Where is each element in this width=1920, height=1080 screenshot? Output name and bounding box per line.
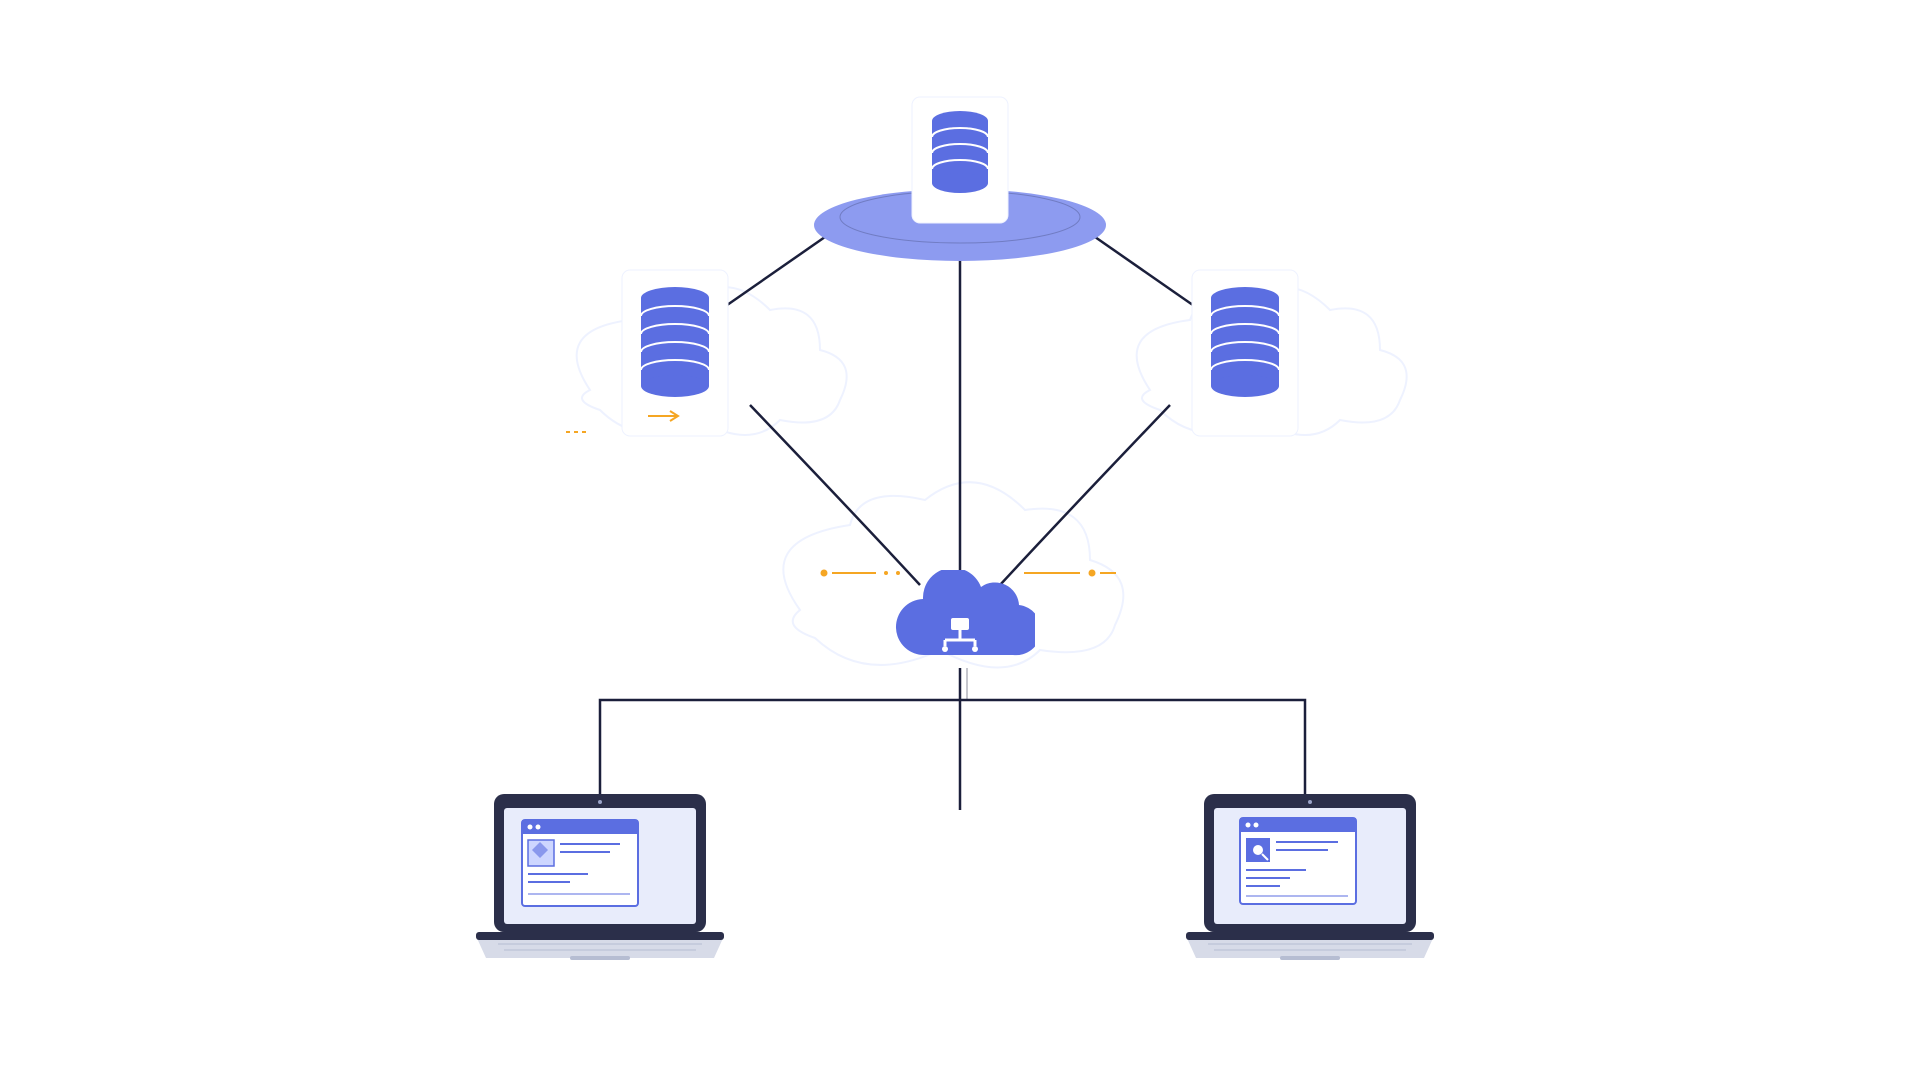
database-top bbox=[910, 95, 1010, 225]
cloud-gateway bbox=[885, 570, 1035, 675]
database-icon bbox=[641, 287, 709, 397]
database-icon bbox=[932, 111, 988, 193]
database-left bbox=[620, 268, 730, 438]
window-icon bbox=[522, 820, 638, 906]
database-icon bbox=[1211, 287, 1279, 397]
cloud-icon bbox=[896, 570, 1035, 655]
laptop-right bbox=[1180, 788, 1440, 978]
database-right bbox=[1190, 268, 1300, 438]
edge-rightdb-to-cloud bbox=[1000, 405, 1170, 585]
edge-cloud-to-left-laptop bbox=[600, 700, 825, 800]
edge-cloud-to-right-laptop bbox=[1100, 700, 1305, 800]
window-icon bbox=[1240, 818, 1356, 904]
diagram-canvas bbox=[0, 0, 1920, 1080]
accent-dot-line-right bbox=[1020, 566, 1120, 580]
laptop-left bbox=[470, 788, 730, 978]
